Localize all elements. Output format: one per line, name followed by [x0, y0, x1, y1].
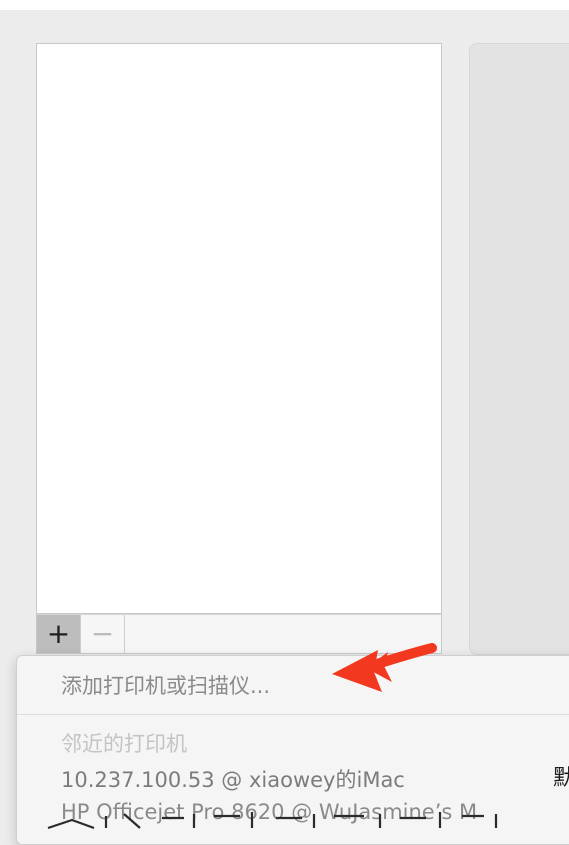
cutoff-text-fragment	[44, 808, 524, 830]
window-top-strip	[0, 0, 569, 10]
printers-scanners-window: + − 添加打印机或扫描仪... 邻近的打印机 10.237.100.53 @ …	[0, 0, 569, 845]
add-printer-button[interactable]: +	[37, 615, 81, 653]
menu-item-add-printer-or-scanner[interactable]: 添加打印机或扫描仪...	[61, 670, 270, 700]
menu-separator	[17, 714, 569, 715]
menu-header-nearby-printers: 邻近的打印机	[61, 732, 187, 756]
default-label-fragment: 默	[553, 760, 569, 792]
red-pointer-arrow-icon	[332, 643, 437, 692]
printer-detail-pane	[469, 43, 569, 655]
plus-icon: +	[46, 617, 71, 650]
printer-list[interactable]	[36, 43, 442, 614]
menu-item-printer[interactable]: 10.237.100.53 @ xiaowey的iMac	[61, 764, 405, 794]
remove-printer-button[interactable]: −	[81, 615, 125, 653]
minus-icon: −	[90, 617, 115, 650]
